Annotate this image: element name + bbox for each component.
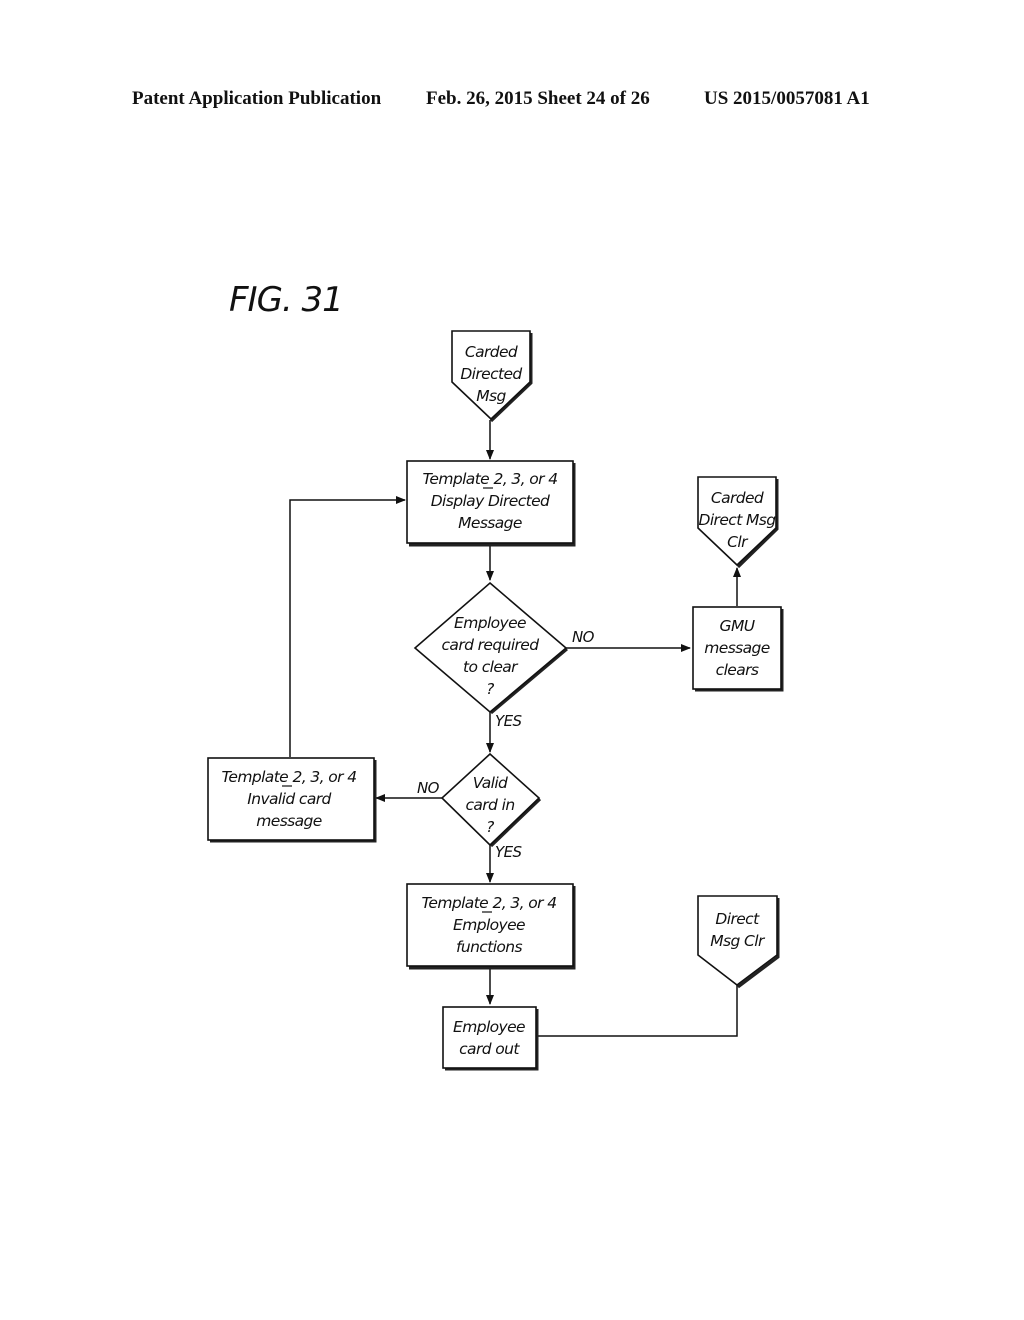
end-connector-direct-msg-clr: Direct Msg Clr [697, 895, 780, 989]
svg-text:card required: card required [442, 636, 540, 654]
svg-text:Carded: Carded [465, 343, 518, 361]
svg-text:message: message [256, 812, 322, 830]
svg-text:Clr: Clr [727, 533, 749, 551]
svg-text:card in: card in [465, 796, 514, 814]
process-employee-functions: Template 2, 3, or 4 Employee functions [406, 883, 576, 970]
process-invalid-card-message: Template 2, 3, or 4 Invalid card message [207, 757, 377, 843]
svg-text:Template 2, 3, or 4: Template 2, 3, or 4 [421, 894, 556, 912]
svg-text:Invalid card: Invalid card [247, 790, 331, 808]
decision2-yes-label: YES [495, 843, 522, 861]
process-gmu-message-clears: GMU message clears [692, 606, 784, 692]
decision-valid-card-in: Valid card in ? [440, 752, 542, 848]
svg-text:Msg: Msg [476, 387, 506, 405]
decision2-no-label: NO [417, 779, 440, 797]
connector-invalid-loop-to-display [289, 496, 406, 757]
svg-text:Carded: Carded [711, 489, 764, 507]
decision1-no-label: NO [572, 628, 595, 646]
svg-text:Message: Message [458, 514, 522, 532]
svg-text:Employee: Employee [453, 1018, 525, 1036]
svg-text:Employee: Employee [453, 916, 525, 934]
svg-text:?: ? [486, 680, 494, 698]
svg-text:Directed: Directed [460, 365, 522, 383]
flowchart: NO YES NO YES Carded Directed Msg Templa… [207, 330, 784, 1071]
svg-text:clears: clears [716, 661, 759, 679]
svg-text:Valid: Valid [473, 774, 508, 792]
svg-text:functions: functions [456, 938, 523, 956]
svg-text:Msg Clr: Msg Clr [710, 932, 766, 950]
svg-text:Employee: Employee [454, 614, 526, 632]
svg-text:to clear: to clear [463, 658, 519, 676]
svg-text:?: ? [486, 818, 494, 836]
decision-employee-card-required: Employee card required to clear ? [413, 581, 568, 715]
connector-cardout-to-end2 [537, 959, 741, 1037]
start-connector-carded-directed-msg: Carded Directed Msg [451, 330, 533, 423]
svg-text:Display Directed: Display Directed [431, 492, 550, 510]
svg-text:Direct Msg: Direct Msg [699, 511, 777, 529]
svg-text:Direct: Direct [715, 910, 760, 928]
process-display-directed-message: Template 2, 3, or 4 Display Directed Mes… [406, 460, 576, 547]
svg-text:Template 2, 3, or 4: Template 2, 3, or 4 [422, 470, 557, 488]
svg-text:GMU: GMU [720, 617, 756, 635]
decision1-yes-label: YES [495, 712, 522, 730]
process-employee-card-out: Employee card out [442, 1006, 539, 1071]
end-connector-carded-direct-msg-clr: Carded Direct Msg Clr [697, 476, 779, 569]
svg-text:Template 2, 3, or 4: Template 2, 3, or 4 [221, 768, 356, 786]
svg-text:card out: card out [459, 1040, 520, 1058]
svg-text:message: message [704, 639, 770, 657]
